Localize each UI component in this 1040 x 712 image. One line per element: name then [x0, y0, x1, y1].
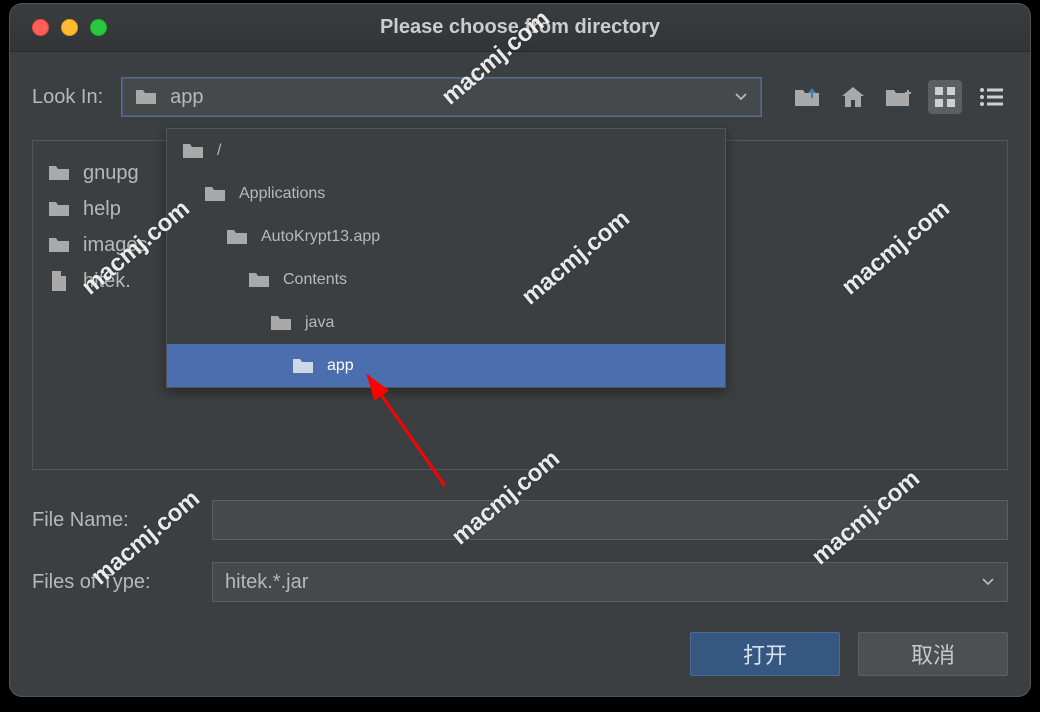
lookin-row: Look In: app — [32, 74, 1008, 120]
file-name: gnupg — [83, 162, 139, 185]
dropdown-item-app[interactable]: app — [167, 344, 725, 387]
lookin-value: app — [170, 86, 203, 109]
chevron-down-icon — [733, 89, 749, 105]
folder-icon — [225, 227, 249, 247]
dropdown-item-applications[interactable]: Applications — [167, 172, 725, 215]
filetype-dropdown[interactable]: hitek.*.jar — [212, 562, 1008, 602]
file-name: help — [83, 198, 121, 221]
lookin-dropdown[interactable]: app — [121, 77, 762, 117]
folder-icon — [47, 163, 71, 183]
filename-row: File Name: — [32, 498, 1008, 542]
folder-icon — [47, 199, 71, 219]
open-button-label: 打开 — [743, 638, 787, 670]
button-row: 打开 取消 — [32, 632, 1008, 676]
dropdown-item-label: Contents — [283, 271, 347, 289]
cancel-button[interactable]: 取消 — [858, 632, 1008, 676]
filename-label: File Name: — [32, 509, 192, 532]
dropdown-item-root[interactable]: / — [167, 129, 725, 172]
folder-icon — [247, 270, 271, 290]
dropdown-item-label: / — [217, 142, 221, 160]
filetype-row: Files of Type: hitek.*.jar — [32, 560, 1008, 604]
folder-icon — [269, 313, 293, 333]
dropdown-item-contents[interactable]: Contents — [167, 258, 725, 301]
titlebar: Please choose from directory — [10, 4, 1030, 52]
file-name: images — [83, 234, 147, 257]
folder-icon — [203, 184, 227, 204]
minimize-window-button[interactable] — [61, 19, 78, 36]
file-icon — [47, 271, 71, 291]
new-folder-button[interactable] — [882, 80, 916, 114]
cancel-button-label: 取消 — [911, 638, 955, 670]
close-window-button[interactable] — [32, 19, 49, 36]
folder-icon — [291, 356, 315, 376]
open-button[interactable]: 打开 — [690, 632, 840, 676]
filetype-value: hitek.*.jar — [225, 571, 308, 594]
folder-icon — [181, 141, 205, 161]
chevron-down-icon — [981, 575, 995, 589]
file-name: hitek. — [83, 270, 131, 293]
maximize-window-button[interactable] — [90, 19, 107, 36]
dropdown-item-autokrypt[interactable]: AutoKrypt13.app — [167, 215, 725, 258]
icon-view-button[interactable] — [928, 80, 962, 114]
file-chooser-window: Please choose from directory Look In: ap… — [10, 4, 1030, 696]
dropdown-item-label: Applications — [239, 185, 325, 203]
filetype-label: Files of Type: — [32, 571, 192, 594]
dropdown-item-java[interactable]: java — [167, 301, 725, 344]
home-button[interactable] — [836, 80, 870, 114]
lookin-label: Look In: — [32, 86, 103, 109]
window-title: Please choose from directory — [10, 16, 1030, 39]
folder-icon — [134, 87, 158, 107]
folder-icon — [47, 235, 71, 255]
dropdown-item-label: java — [305, 314, 334, 332]
filename-input[interactable] — [212, 500, 1008, 540]
lookin-dropdown-menu[interactable]: / Applications AutoKrypt13.app Contents … — [166, 128, 726, 388]
list-view-button[interactable] — [974, 80, 1008, 114]
toolbar — [790, 80, 1008, 114]
dropdown-item-label: app — [327, 357, 354, 375]
dropdown-item-label: AutoKrypt13.app — [261, 228, 380, 246]
window-controls — [10, 19, 107, 36]
up-one-level-button[interactable] — [790, 80, 824, 114]
